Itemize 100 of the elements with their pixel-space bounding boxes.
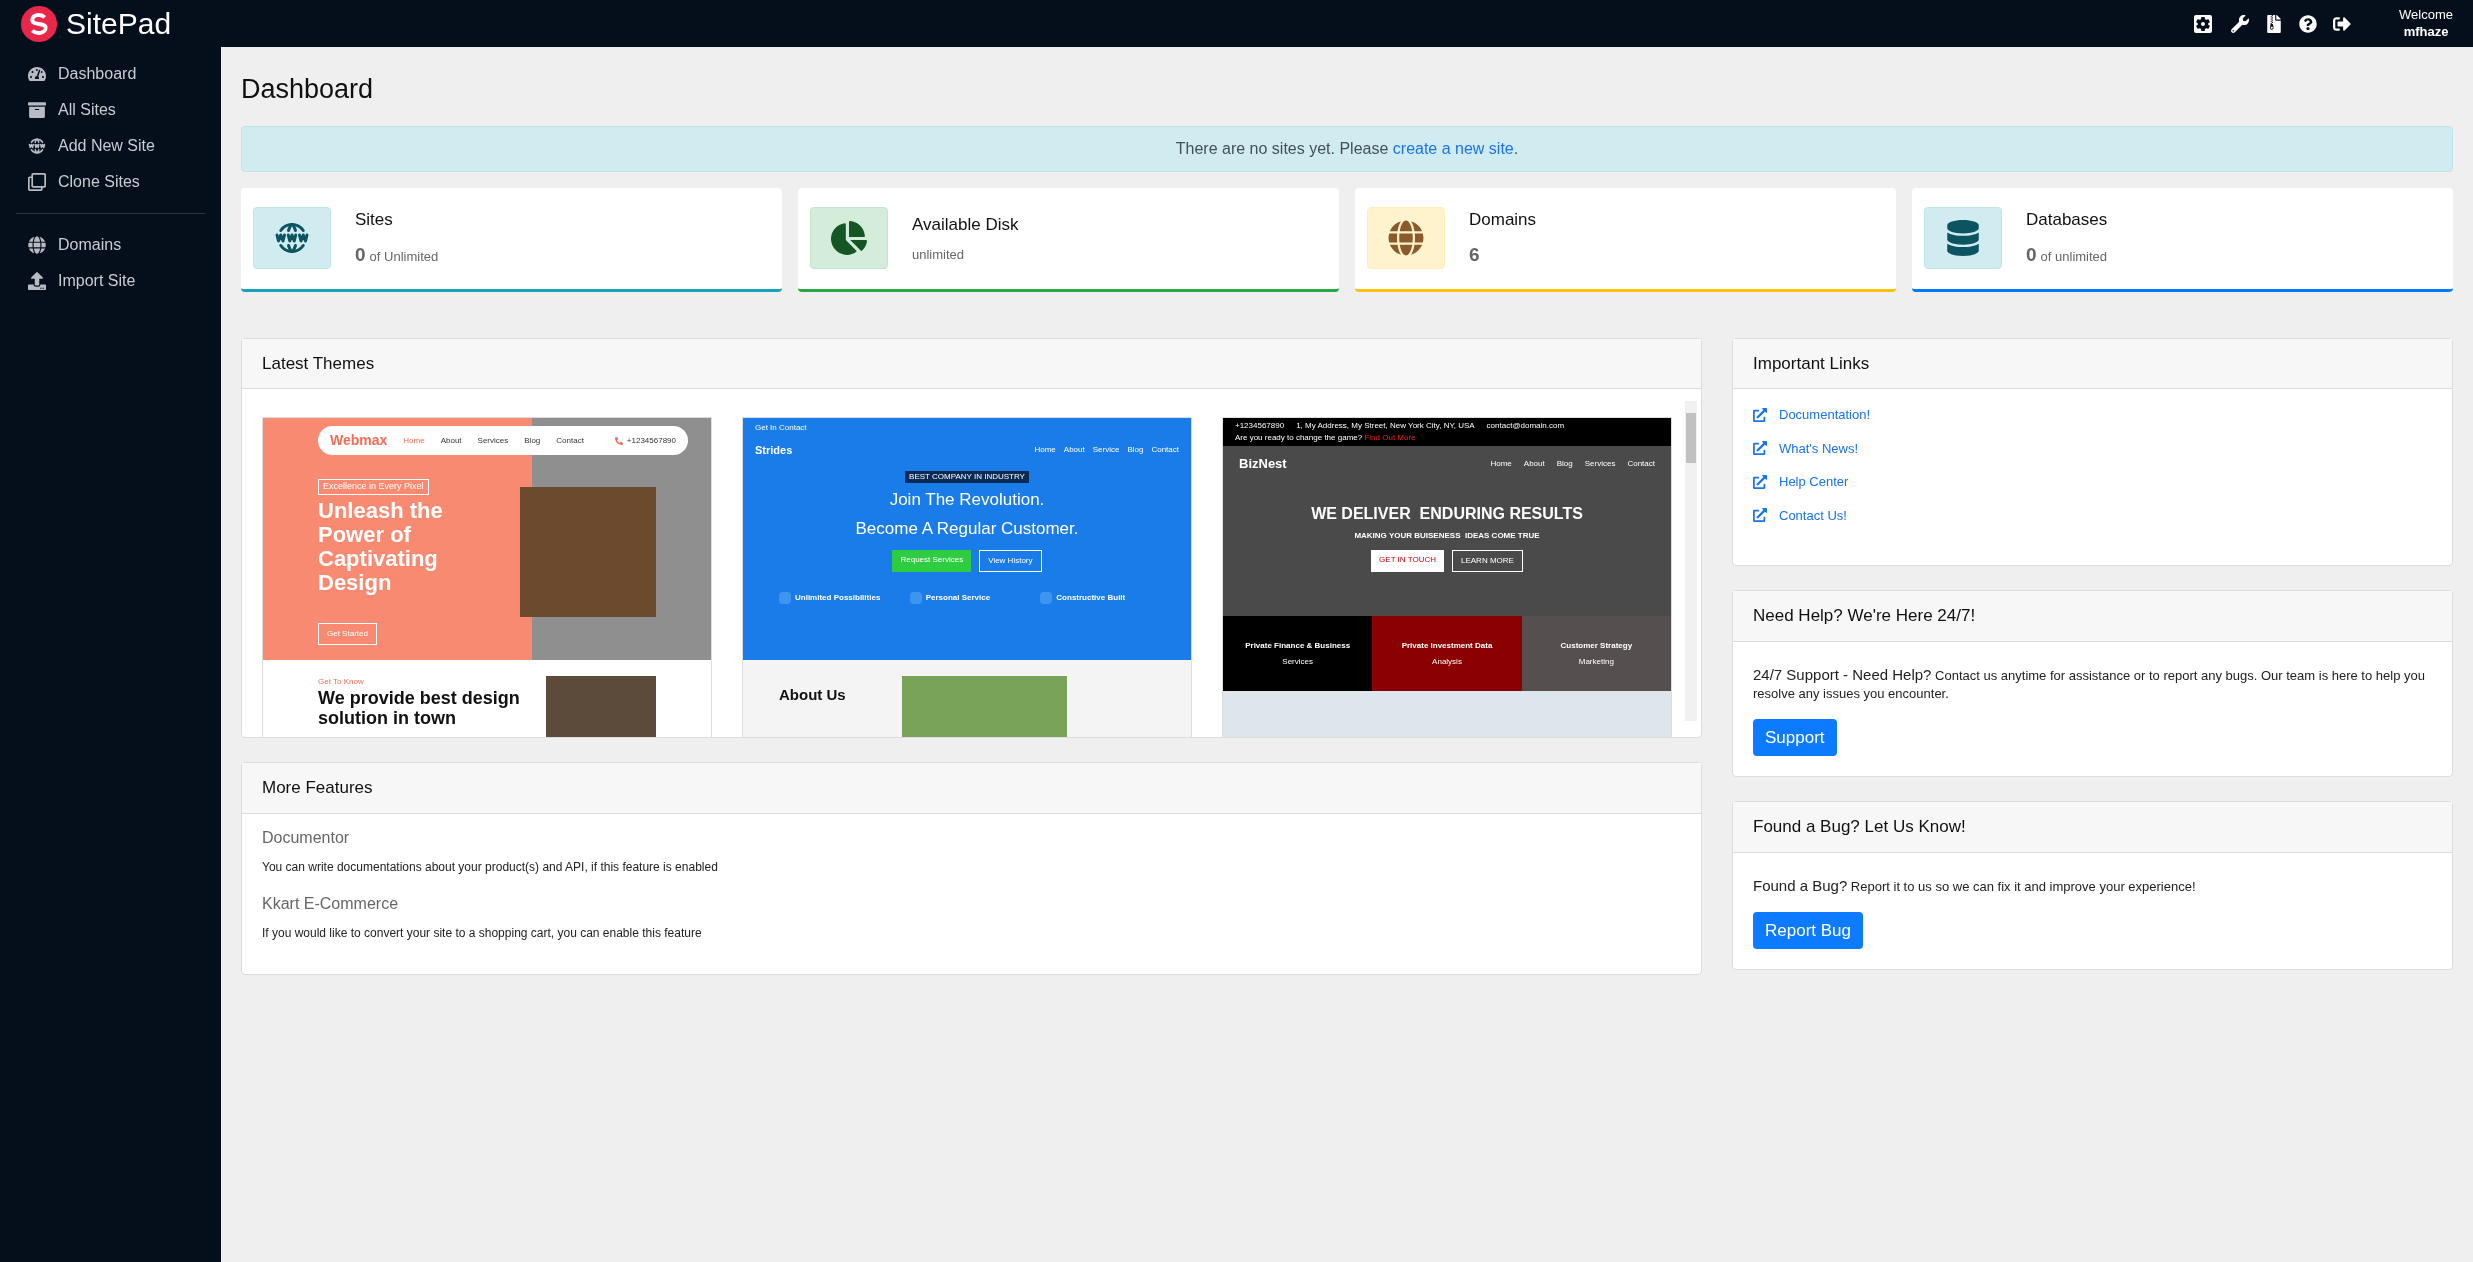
globe-icon	[1388, 220, 1424, 256]
feature-description: If you would like to convert your site to a shopping cart, you can enable this feature	[262, 924, 703, 942]
archive-box-icon	[28, 101, 46, 119]
sidebar-item[interactable]: Import Site	[16, 266, 205, 296]
stat-detail: unlimited	[912, 246, 965, 264]
sidebar-item[interactable]: Domains	[16, 230, 205, 260]
feature-icon	[1040, 591, 1053, 604]
theme-tile-subtitle: Marketing	[1578, 655, 1614, 668]
theme-brand: BizNest	[1239, 455, 1287, 473]
theme-tile-subtitle: Services	[1282, 655, 1313, 668]
theme-button: Request Services	[892, 549, 972, 572]
theme-top-text: 1, My Address, My Street, New York City, NY, USA	[1296, 420, 1475, 432]
theme-button: Get Started	[318, 622, 377, 645]
theme-tile-title: Customer Strategy	[1560, 639, 1633, 652]
external-link-icon	[1753, 441, 1767, 456]
panel-text: Found a Bug? Report it to us so we can fix it and improve your experience!	[1753, 876, 2197, 896]
feature-icon	[909, 591, 922, 604]
feature-name: Kkart E-Commerce	[262, 893, 400, 914]
theme-tile-title: Private Investment Data	[1401, 639, 1493, 652]
theme-cta-link[interactable]: Find Out More	[1364, 433, 1416, 442]
theme-nav-item: About	[1523, 457, 1545, 470]
sidebar-item[interactable]: Clone Sites	[16, 167, 205, 197]
theme-cta-text: Are you ready to change the game? Find Out More	[1235, 432, 1416, 444]
pie-chart-icon	[831, 220, 867, 256]
theme-nav-item: Blog	[1127, 444, 1144, 457]
sidebar-item[interactable]: All Sites	[16, 95, 205, 125]
external-link-icon	[1753, 407, 1767, 422]
scrollbar[interactable]	[1685, 401, 1697, 721]
theme-feature: Unlimited Possibilities	[795, 591, 881, 604]
wrench-icon[interactable]	[2231, 14, 2250, 33]
report-bug-button[interactable]: Report Bug	[1753, 911, 1863, 949]
sidebar-item[interactable]: Dashboard	[16, 59, 205, 89]
welcome-text: Welcome	[2399, 7, 2453, 24]
scrollbar-thumb[interactable]	[1686, 413, 1696, 463]
stat-title: Databases	[2026, 209, 2108, 231]
stat-title: Domains	[1469, 209, 1537, 231]
theme-brand: Webmax	[330, 431, 388, 450]
panel-title: Latest Themes	[262, 353, 375, 373]
theme-nav-item: Home	[403, 434, 425, 447]
theme-preview[interactable]	[1222, 417, 1672, 737]
app-name: SitePad	[66, 6, 172, 42]
panel-title: Important Links	[1753, 353, 1870, 373]
panel-title: Need Help? We're Here 24/7!	[1753, 606, 1976, 625]
stat-title: Sites	[355, 209, 394, 231]
theme-tile-title: Private Finance & Business	[1245, 639, 1351, 652]
theme-subline: MAKING YOUR BUISENESS IDEAS COME TRUE	[1354, 529, 1540, 542]
theme-nav-item: Blog	[1556, 457, 1573, 470]
theme-section-title: About Us	[779, 685, 846, 705]
zip-file-icon[interactable]	[2265, 14, 2284, 33]
help-icon[interactable]	[2299, 14, 2318, 33]
create-site-link[interactable]: create a new site	[1392, 139, 1514, 157]
globe-icon	[28, 236, 46, 254]
important-link[interactable]: Contact Us!	[1753, 505, 2432, 525]
theme-feature: Constructive Built	[1056, 591, 1126, 604]
theme-section-title: We provide best design solution in town	[318, 688, 521, 728]
external-link-icon	[1753, 474, 1767, 489]
theme-top-text: Get In Contact	[755, 422, 808, 434]
theme-button: View History	[979, 549, 1042, 572]
theme-brand: Strides	[755, 443, 793, 458]
theme-button: GET IN TOUCH	[1371, 549, 1444, 572]
logout-icon[interactable]	[2333, 14, 2352, 33]
theme-nav-item: Home	[1034, 444, 1056, 457]
feature-name: Documentor	[262, 827, 351, 848]
theme-top-text: +1234567890	[1235, 420, 1285, 432]
theme-phone: +1234567890	[626, 434, 676, 447]
upload-icon	[28, 272, 46, 290]
theme-headline: Unleash the Power of Captivating Design	[318, 498, 444, 595]
www-globe-icon	[28, 137, 46, 155]
theme-feature: Personal Service	[925, 591, 991, 604]
theme-nav-item: Services	[1584, 457, 1616, 470]
feature-description: You can write documentations about your product(s) and API, if this feature is enabled	[262, 858, 719, 876]
theme-top-text: contact@domain.com	[1486, 420, 1565, 432]
stat-value: 0	[355, 242, 366, 267]
stat-value: 0	[2026, 242, 2037, 267]
panel-title: Found a Bug? Let Us Know!	[1753, 817, 1966, 836]
copy-icon	[28, 173, 46, 191]
sidebar-item[interactable]: Add New Site	[16, 131, 205, 161]
theme-section-tag: Get To Know	[318, 676, 530, 688]
www-globe-icon	[274, 220, 310, 256]
theme-nav-item: Services	[477, 434, 509, 447]
database-icon	[1945, 220, 1981, 256]
phone-icon	[614, 436, 623, 445]
theme-nav-item: About	[440, 434, 462, 447]
support-button[interactable]: Support	[1753, 718, 1837, 756]
important-link[interactable]: Documentation!	[1753, 405, 2432, 425]
theme-badge: BEST COMPANY IN INDUSTRY	[905, 470, 1029, 483]
theme-preview[interactable]: Webmax Home About Services Blog Contact +1234567890 Excellence in Every Pixel Unleash the Power of Captivating Design Get Started Get To Know We provide best design solution in town	[262, 417, 712, 737]
theme-headline: Join The Revolution.	[889, 488, 1045, 511]
theme-headline: WE DELIVER ENDURING RESULTS	[1311, 503, 1583, 524]
important-link[interactable]: Help Center	[1753, 472, 2432, 492]
theme-nav-item: Contact	[1151, 444, 1179, 457]
dashboard-icon	[28, 65, 46, 83]
theme-button: LEARN MORE	[1452, 549, 1523, 572]
feature-icon	[779, 591, 791, 604]
theme-nav-item: About	[1063, 444, 1085, 457]
theme-tile-subtitle: Analysis	[1432, 655, 1462, 668]
theme-nav-item: Home	[1490, 457, 1512, 470]
page-title: Dashboard	[241, 73, 375, 106]
theme-nav-item: Blog	[524, 434, 541, 447]
important-link[interactable]: What's News!	[1753, 438, 2432, 458]
